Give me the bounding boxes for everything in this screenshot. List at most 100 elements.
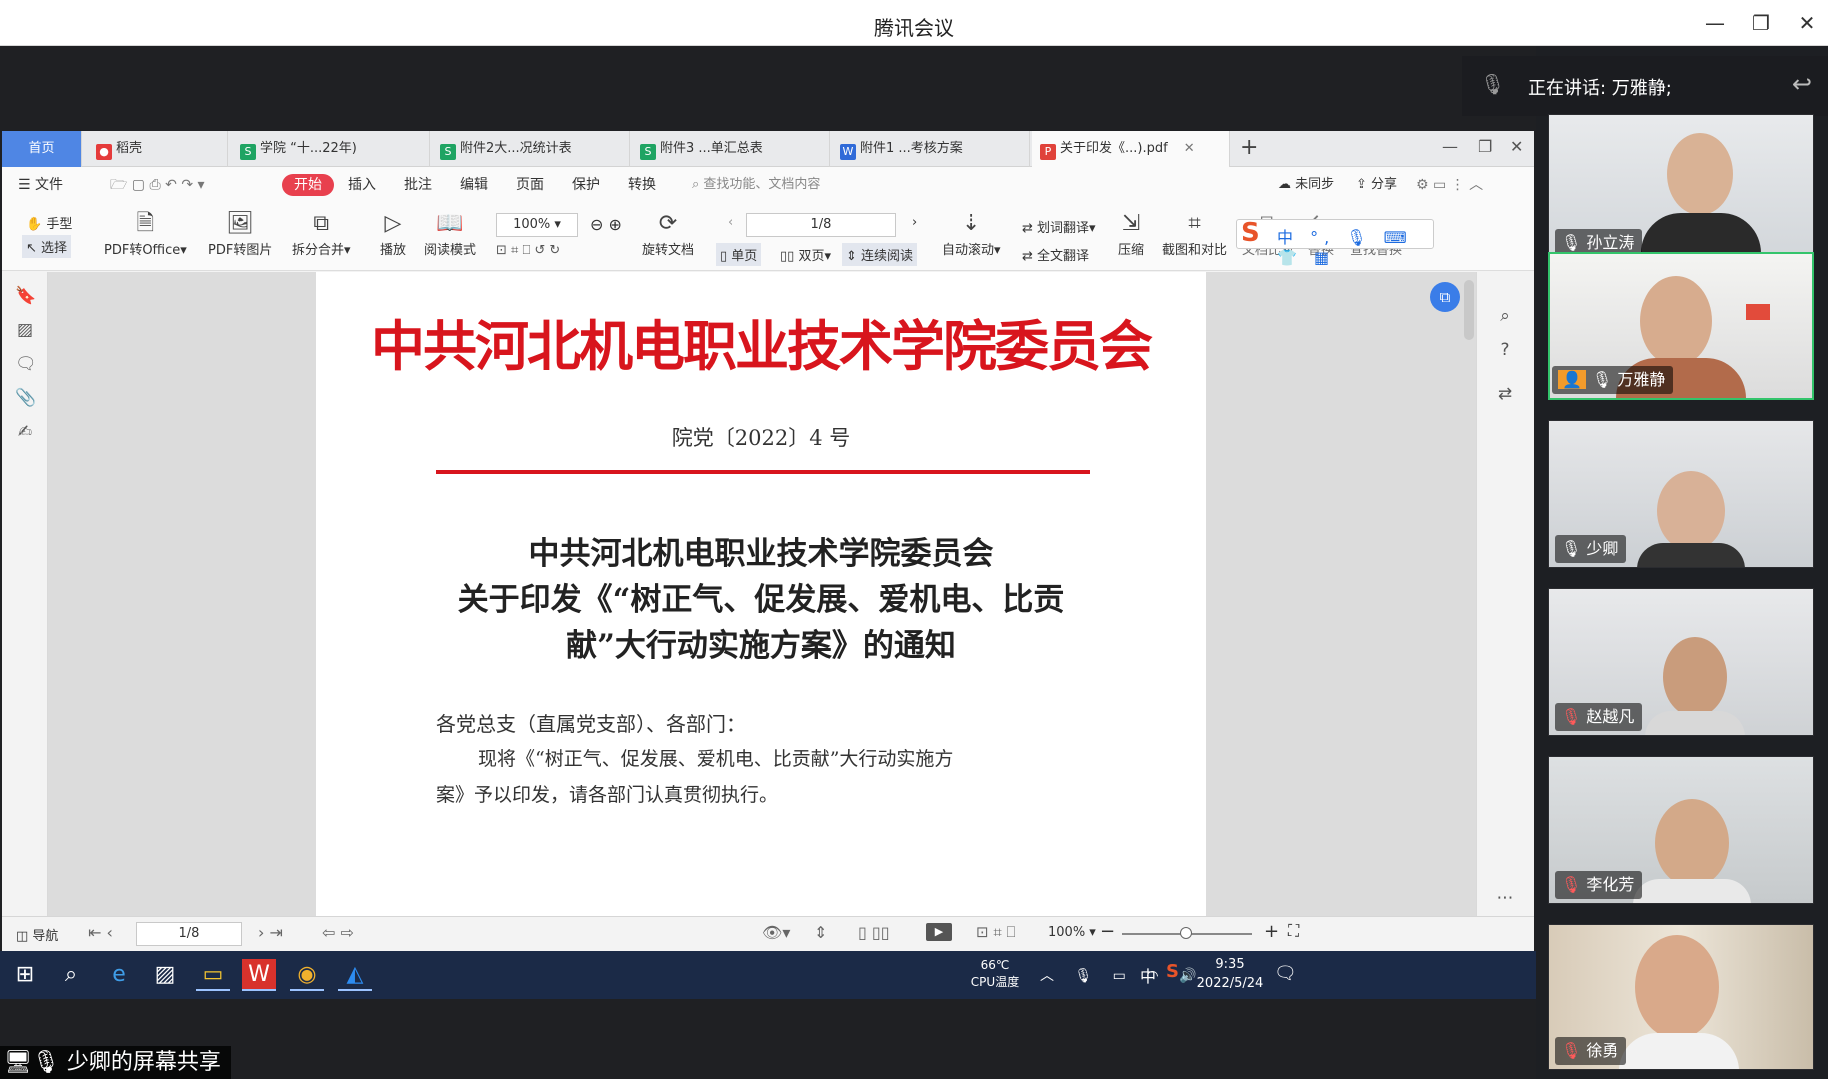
participant-video-1[interactable]: 🎙 孙立涛 [1548,114,1814,262]
menu-annotate[interactable]: 批注 [404,167,432,203]
chrome-icon[interactable]: ◉ [290,959,324,991]
participant-video-6[interactable]: 🎙 徐勇 [1548,924,1814,1070]
participant-video-4[interactable]: 🎙 赵越凡 [1548,588,1814,736]
menu-protect[interactable]: 保护 [572,167,600,203]
ime-toolbar[interactable]: S 中 °, 🎙 ⌨ 👕 ▦ [1236,218,1434,267]
collapse-arrow-icon[interactable]: ↩ [1792,70,1812,98]
auto-scroll-button[interactable]: ⇣ 自动滚动▾ [942,209,1001,258]
participant-video-3[interactable]: 🎙 少卿 [1548,420,1814,568]
read-mode-button[interactable]: 📖 阅读模式 [424,209,476,258]
menu-convert[interactable]: 转换 [628,167,656,203]
status-zoom[interactable]: 100% ▾ [1048,925,1096,940]
full-translate-button[interactable]: ⇄ 全文翻译 [1022,245,1089,264]
restore-button[interactable]: ❐ [1748,10,1774,36]
select-tool[interactable]: ↖ 选择 [22,235,72,258]
tab-spreadsheet-1[interactable]: S 学院 “十...22年) [232,131,430,167]
zoom-select[interactable]: 100% ▾ [496,213,578,237]
sogou-tray-icon[interactable]: S [1166,961,1179,982]
tab-daoke[interactable]: ● 稻壳 [88,131,228,167]
thumbnail-icon[interactable]: ▨ [15,320,35,340]
menu-start[interactable]: 开始 [282,174,334,196]
participant-video-2[interactable]: 👤 🎙 万雅静 [1548,252,1814,400]
fullscreen-icon[interactable]: ⛶ [1288,921,1299,941]
prev-page-icon[interactable]: ‹ [728,215,733,230]
tab-home[interactable]: 首页 [2,131,82,167]
file-explorer-icon[interactable]: ▭ [196,959,230,991]
status-page-input[interactable]: 1/8 [136,922,242,946]
attachment-icon[interactable]: 📎 [15,388,36,408]
menu-edit[interactable]: 编辑 [460,167,488,203]
doc-title-line-3: 献”大行动实施方案》的通知 [566,628,956,664]
quick-access-icons[interactable]: 🗁 ▢ ⎙ ↶ ↷ ▾ [110,167,205,203]
compress-button[interactable]: ⇲ 压缩 [1118,209,1144,258]
next-last-page-icons[interactable]: › ⇥ [258,923,283,942]
eye-protection-icon[interactable]: 👁▾ [762,923,790,942]
ime-indicator[interactable]: 中 [1140,963,1156,987]
double-page-button[interactable]: ▯▯ 双页▾ [780,245,831,264]
zoom-slider-handle[interactable] [1180,927,1192,939]
play-button[interactable]: ▷ 播放 [380,209,406,258]
next-page-icon[interactable]: › [912,215,917,230]
wps-office-icon[interactable]: W [242,959,276,991]
bookmark-icon[interactable]: 🔖 [15,286,36,306]
read-mode-label: 阅读模式 [424,243,477,258]
tab-document[interactable]: W 附件1 ...考核方案 [832,131,1030,167]
tab-spreadsheet-3[interactable]: S 附件3 ...单汇总表 [632,131,830,167]
search-box[interactable]: ⌕ 查找功能、文档内容 [692,167,820,203]
participant-video-5[interactable]: 🎙 李化芳 [1548,756,1814,904]
tray-icons[interactable]: ︿ 🎙 ▭ ◠ 🔊 [1040,965,1204,985]
signature-icon[interactable]: ✍ [15,422,35,442]
ime-tool-icons[interactable]: 中 °, 🎙 ⌨ 👕 ▦ [1277,224,1433,267]
minimize-button[interactable]: — [1702,10,1728,36]
nav-pane-toggle[interactable]: ◫ 导航 [16,925,58,944]
word-translate-button[interactable]: ⇄ 划词翻译▾ [1022,217,1096,236]
search-doc-icon[interactable]: ⌕ [1495,306,1515,326]
zoom-in-icon[interactable]: + [1264,921,1279,942]
share-button[interactable]: ⇪ 分享 [1356,167,1397,203]
continuous-view-icon[interactable]: ⇕ [814,923,827,942]
zoom-buttons[interactable]: ⊖ ⊕ [590,215,622,234]
comment-icon[interactable]: 🗨 [15,354,37,374]
menu-page[interactable]: 页面 [516,167,544,203]
tab-spreadsheet-2[interactable]: S 附件2大...况统计表 [432,131,630,167]
close-icon[interactable]: ✕ [1510,137,1523,156]
menu-file[interactable]: ☰ 文件 [18,167,63,203]
floating-assistant-icon[interactable]: ⧉ [1430,282,1460,312]
tab-pdf-active[interactable]: P 关于印发《...).pdf ✕ [1032,131,1230,167]
new-tab-icon[interactable]: + [1240,135,1258,160]
more-icon[interactable]: ⋯ [1495,888,1515,908]
menu-extra-icons[interactable]: ⚙ ▭ ⋮ ︿ [1416,167,1483,203]
notification-icon[interactable]: 🗨 [1274,963,1297,984]
pdf-to-image-button[interactable]: 🖼 PDF转图片 [208,209,272,258]
vertical-scrollbar[interactable] [1464,280,1474,340]
minimize-icon[interactable]: — [1442,137,1458,156]
start-icon[interactable]: ⊞ [8,959,42,991]
single-page-button[interactable]: ▯ 单页 [716,243,762,266]
rotate-doc-button[interactable]: ⟳ 旋转文档 [642,209,694,258]
page-jump-icons[interactable]: ⇦ ⇨ [322,923,354,942]
tencent-meeting-icon[interactable]: ◭ [338,959,372,991]
page-view-icons[interactable]: ▯ ▯▯ [858,923,890,942]
zoom-out-icon[interactable]: − [1100,921,1115,942]
help-icon[interactable]: ? [1495,340,1515,360]
close-button[interactable]: ✕ [1794,10,1820,36]
view-tool-icons[interactable]: ⊡ ⌗ ⎕ ↺ ↻ [496,243,560,258]
photo-app-icon[interactable]: ▨ [148,959,182,991]
page-input[interactable]: 1/8 [746,213,896,237]
screenshot-compare-button[interactable]: ⌗ 截图和对比 [1162,209,1227,258]
split-merge-button[interactable]: ⧉ 拆分合并▾ [292,209,351,258]
search-icon[interactable]: ⌕ [54,959,88,991]
hand-tool[interactable]: ✋ 手型 [26,213,72,232]
play-icon[interactable]: ▶ [926,923,952,941]
ie-browser-icon[interactable]: e [102,959,136,991]
translate-icon[interactable]: ⇄ [1495,384,1515,404]
menu-insert[interactable]: 插入 [348,167,376,203]
first-prev-page-icons[interactable]: ⇤ ‹ [88,923,113,942]
restore-icon[interactable]: ❐ [1478,137,1492,156]
pdf-to-office-button[interactable]: 🗎 PDF转Office▾ [104,209,187,258]
continuous-read-button[interactable]: ⇕ 连续阅读 [842,243,918,266]
fit-icons[interactable]: ⊡ ⌗ ⎕ [976,923,1016,941]
close-tab-icon[interactable]: ✕ [1184,141,1195,156]
sync-status[interactable]: ☁ 未同步 [1278,167,1334,203]
clock[interactable]: 9:35 2022/5/24 [1190,955,1270,993]
